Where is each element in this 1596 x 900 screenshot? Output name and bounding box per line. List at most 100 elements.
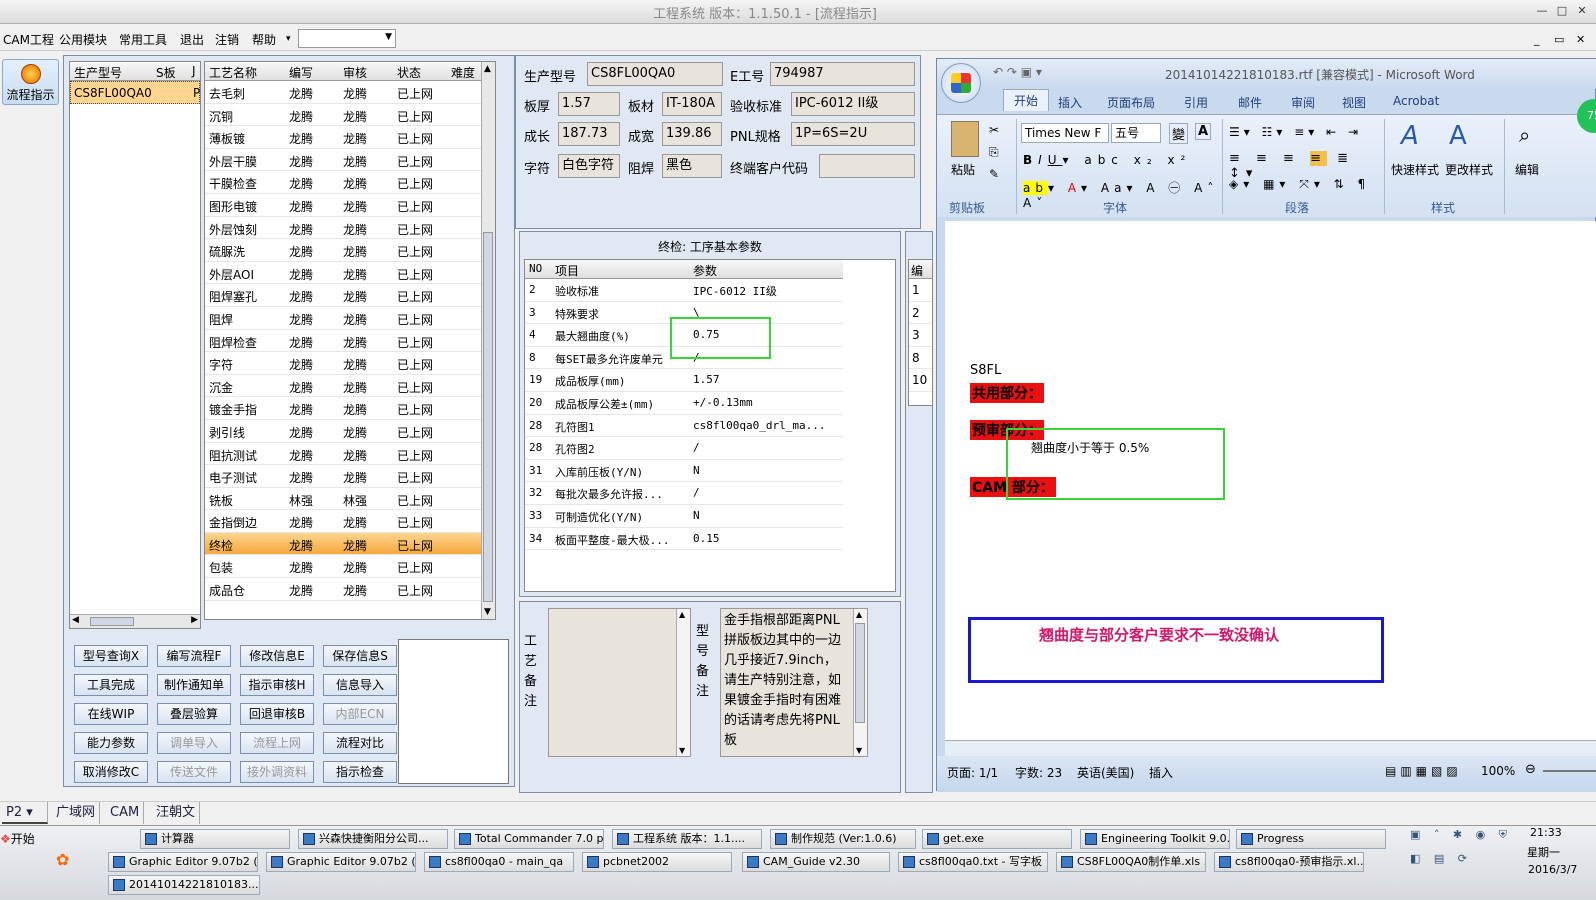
flow-indicator-button[interactable]: 流程指示 [2, 59, 59, 105]
action-button[interactable]: 流程对比 [323, 732, 397, 754]
col-item[interactable]: 项目 [555, 262, 579, 279]
action-button[interactable]: 流程上网 [240, 732, 314, 754]
taskbar-item[interactable]: 20141014221810183.... [108, 875, 260, 895]
doc-hscrollbar[interactable] [945, 740, 1596, 756]
list-icon[interactable]: ☰▾ ☷▾ ≡▾ ⇤ ⇥ [1229, 125, 1362, 139]
menu-cam[interactable]: CAM工程 [3, 31, 54, 48]
col-difficulty[interactable]: 难度 [451, 64, 475, 81]
width-field[interactable]: 139.86 [662, 122, 722, 146]
tab-user[interactable]: 汪朝文 [152, 802, 201, 824]
change-style-icon[interactable]: A [1449, 121, 1467, 151]
ribbon-tab[interactable]: 页面布局 [1107, 94, 1155, 111]
action-button[interactable]: 信息导入 [323, 674, 397, 696]
action-button[interactable]: 取消修改C [74, 761, 148, 783]
col-no[interactable]: NO [529, 262, 542, 275]
col-param[interactable]: 参数 [693, 262, 717, 279]
quicklaunch-icon[interactable]: ✿ [56, 850, 69, 869]
tab-p2[interactable]: P2 ▾ [2, 802, 48, 824]
paste-icon[interactable] [951, 121, 979, 157]
change-style-button[interactable]: 更改样式 [1445, 161, 1493, 178]
ribbon-tab[interactable]: 邮件 [1238, 94, 1262, 111]
zoom-out-icon[interactable]: ⊖ [1525, 762, 1536, 777]
mask-field[interactable]: 黑色 [662, 154, 722, 178]
clock-day[interactable]: 星期一 [1527, 844, 1560, 860]
find-icon[interactable]: ⌕ [1519, 123, 1530, 147]
taskbar-item[interactable]: Graphic Editor 9.07b2 (0... [266, 852, 416, 872]
action-button[interactable]: 制作通知单 [157, 674, 231, 696]
process-row[interactable]: 金指倒边 龙腾 龙腾 已上网 [205, 510, 495, 533]
material-field[interactable]: IT-180A [662, 92, 722, 116]
col-prod-no[interactable]: 生产型号 [74, 64, 122, 81]
process-row[interactable]: 去毛刺 龙腾 龙腾 已上网 [205, 81, 495, 104]
action-button[interactable]: 内部ECN [323, 703, 397, 725]
process-row[interactable]: 干膜检查 龙腾 龙腾 已上网 [205, 171, 495, 194]
action-button[interactable]: 修改信息E [240, 645, 314, 667]
process-row[interactable]: 镀金手指 龙腾 龙腾 已上网 [205, 397, 495, 420]
action-button[interactable]: 调单导入 [157, 732, 231, 754]
col-process-name[interactable]: 工艺名称 [209, 64, 257, 81]
params-row[interactable]: 28 孔符图2 / [525, 437, 843, 460]
process-row[interactable]: 电子测试 龙腾 龙腾 已上网 [205, 465, 495, 488]
process-row[interactable]: 铣板 林强 林强 已上网 [205, 488, 495, 511]
params-row[interactable]: 31 入库前压板(Y/N) N [525, 460, 843, 483]
side-row[interactable]: 8 [909, 347, 932, 370]
prod-no-field[interactable]: CS8FL00QA0 [587, 62, 723, 86]
arrow-left-icon[interactable]: ◀ [72, 615, 79, 625]
undo-icon[interactable]: ↶ ↷ ▣ ▾ [993, 65, 1042, 79]
process-row[interactable]: 包装 龙腾 龙腾 已上网 [205, 555, 495, 579]
process-row[interactable]: 剥引线 龙腾 龙腾 已上网 [205, 420, 495, 443]
taskbar-item[interactable]: 工程系统 版本：1.1.... [612, 829, 762, 849]
taskbar-item[interactable]: Total Commander 7.0 p... [454, 829, 604, 849]
pnl-field[interactable]: 1P=6S=2U [791, 122, 915, 146]
process-row[interactable]: 薄板镀 龙腾 龙腾 已上网 [205, 126, 495, 149]
action-button[interactable]: 保存信息S [323, 645, 397, 667]
model-note-scrollbar[interactable]: ▲ ▼ [853, 609, 867, 756]
taskbar-item[interactable]: cs8fl00qa0 - main_qa [424, 852, 574, 872]
font-name-select[interactable]: Times New F [1021, 123, 1109, 143]
ribbon-tab[interactable]: 视图 [1342, 94, 1366, 111]
taskbar-item[interactable]: CS8FL00QA0制作单.xls ... [1056, 852, 1206, 872]
col-id[interactable]: 编号 [911, 262, 932, 278]
office-button[interactable] [941, 63, 981, 103]
paste-button[interactable]: 粘贴 [951, 161, 975, 178]
ribbon-tab[interactable]: Acrobat [1393, 94, 1439, 108]
char-border-icon[interactable]: A [1195, 123, 1212, 140]
font-size-select[interactable]: 五号 [1111, 123, 1161, 143]
action-button[interactable]: 叠层验算 [157, 703, 231, 725]
process-row[interactable]: 沉金 龙腾 龙腾 已上网 [205, 375, 495, 398]
col-s[interactable]: S板 [156, 64, 176, 81]
char-field[interactable]: 白色字符 [558, 154, 620, 178]
process-row[interactable]: 阻焊塞孔 龙腾 龙腾 已上网 [205, 284, 495, 307]
process-row[interactable]: 终检 龙腾 龙腾 已上网 [205, 532, 495, 556]
process-row[interactable]: 外层干膜 龙腾 龙腾 已上网 [205, 149, 495, 172]
cust-field[interactable] [819, 154, 915, 178]
tray-icons[interactable]: ▣ ˄ ✱ ◉ ⛨ [1410, 828, 1512, 842]
arrow-up-icon[interactable]: ▲ [856, 610, 862, 619]
clock-date[interactable]: 2016/3/7 [1528, 863, 1577, 876]
menu-tools[interactable]: 常用工具 [119, 31, 167, 48]
process-row[interactable]: 图形电镀 龙腾 龙腾 已上网 [205, 194, 495, 217]
process-row[interactable]: 阻焊 龙腾 龙腾 已上网 [205, 307, 495, 330]
side-row[interactable]: 1 [909, 279, 932, 302]
menu-common[interactable]: 公用模块 [59, 31, 107, 48]
scroll-thumb[interactable] [855, 623, 865, 723]
params-row[interactable]: 20 成品板厚公差±(mm) +/-0.13mm [525, 392, 843, 415]
action-button[interactable]: 能力参数 [74, 732, 148, 754]
params-row[interactable]: 28 孔符图1 cs8fl00qa0_drl_ma... [525, 415, 843, 438]
process-row[interactable]: 沉铜 龙腾 龙腾 已上网 [205, 104, 495, 127]
view-icons[interactable]: ▤▥▦▧▨ [1385, 764, 1462, 778]
menu-exit[interactable]: 退出 [180, 31, 204, 48]
params-row[interactable]: 32 每批次最多允许报... / [525, 482, 843, 505]
copy-icon[interactable]: ⎘ [989, 145, 999, 160]
process-row[interactable]: 外层蚀刻 龙腾 龙腾 已上网 [205, 217, 495, 240]
clock-time[interactable]: 21:33 [1530, 826, 1562, 839]
close-button[interactable]: ✕ [1574, 4, 1590, 18]
col-j[interactable]: J [192, 64, 196, 78]
process-row[interactable]: 阻抗测试 龙腾 龙腾 已上网 [205, 443, 495, 466]
wen-icon[interactable]: 變 [1169, 123, 1189, 144]
process-row[interactable]: 字符 龙腾 龙腾 已上网 [205, 352, 495, 375]
model-note-field[interactable]: 金手指根部距离PNL拼版板边其中的一边几乎接近7.9inch，请生产特别注意，如… [720, 608, 868, 757]
side-row[interactable]: 2 [909, 302, 932, 325]
action-button[interactable]: 回退审核B [240, 703, 314, 725]
menu-combo[interactable]: ▼ [298, 29, 396, 48]
